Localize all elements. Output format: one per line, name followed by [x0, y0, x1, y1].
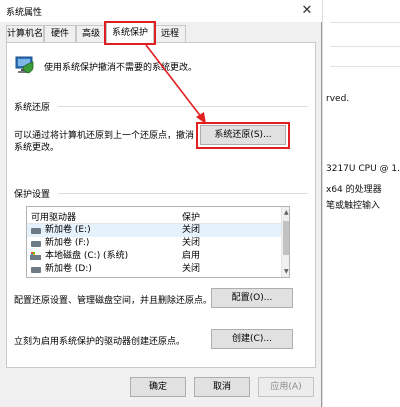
column-header-protection[interactable]: 保护 — [182, 210, 200, 223]
group-divider — [58, 193, 308, 194]
drive-name: 新加卷 (F:) — [45, 238, 90, 248]
drive-icon — [31, 267, 41, 273]
drive-name: 本地磁盘 (C:) (系统) — [45, 251, 129, 261]
background-divider — [330, 46, 400, 47]
drive-name: 新加卷 (E:) — [45, 225, 91, 235]
drive-icon — [31, 241, 41, 247]
drives-list[interactable]: 可用驱动器 保护 新加卷 (E:) 关闭 新加卷 (F:) 关闭 本地磁盘 (C… — [26, 206, 290, 278]
configure-button[interactable]: 配置(O)... — [211, 288, 293, 308]
background-divider — [330, 22, 400, 23]
background-text: 笔或触控输入 — [326, 201, 381, 211]
scroll-up-arrow-icon[interactable]: ▲ — [284, 209, 289, 216]
drive-name: 新加卷 (D:) — [45, 264, 92, 274]
column-header-drive[interactable]: 可用驱动器 — [31, 210, 76, 223]
table-row[interactable]: 新加卷 (D:) 关闭 — [27, 263, 282, 276]
protection-group-title: 保护设置 — [14, 190, 51, 200]
configure-description: 配置还原设置、管理磁盘空间，并且删除还原点。 — [14, 296, 213, 306]
protection-status: 关闭 — [182, 264, 201, 274]
cancel-button[interactable]: 取消 — [194, 377, 250, 397]
table-row[interactable]: 新加卷 (F:) 关闭 — [27, 237, 282, 250]
scroll-thumb[interactable] — [283, 221, 289, 255]
background-text: rved. — [326, 94, 350, 104]
protection-status: 关闭 — [182, 238, 201, 248]
drive-icon — [31, 228, 41, 234]
create-button[interactable]: 创建(C)... — [211, 329, 293, 349]
table-row[interactable]: 新加卷 (E:) 关闭 — [27, 224, 282, 237]
scroll-down-arrow-icon[interactable]: ▼ — [284, 268, 289, 275]
apply-button[interactable]: 应用(A) — [258, 377, 314, 397]
background-divider — [330, 66, 400, 67]
annotation-arrow — [145, 44, 206, 124]
create-description: 立刻为启用系统保护的驱动器创建还原点。 — [14, 337, 186, 347]
ok-button[interactable]: 确定 — [130, 377, 186, 397]
protection-status: 关闭 — [182, 225, 201, 235]
system-drive-icon — [30, 252, 41, 260]
protection-status: 启用 — [182, 251, 201, 261]
background-text: 3217U CPU @ 1.80 — [326, 164, 400, 174]
background-text: x64 的处理器 — [326, 185, 382, 195]
list-scrollbar[interactable]: ▲ ▼ — [281, 207, 289, 277]
table-row[interactable]: 本地磁盘 (C:) (系统) 启用 — [27, 250, 282, 263]
